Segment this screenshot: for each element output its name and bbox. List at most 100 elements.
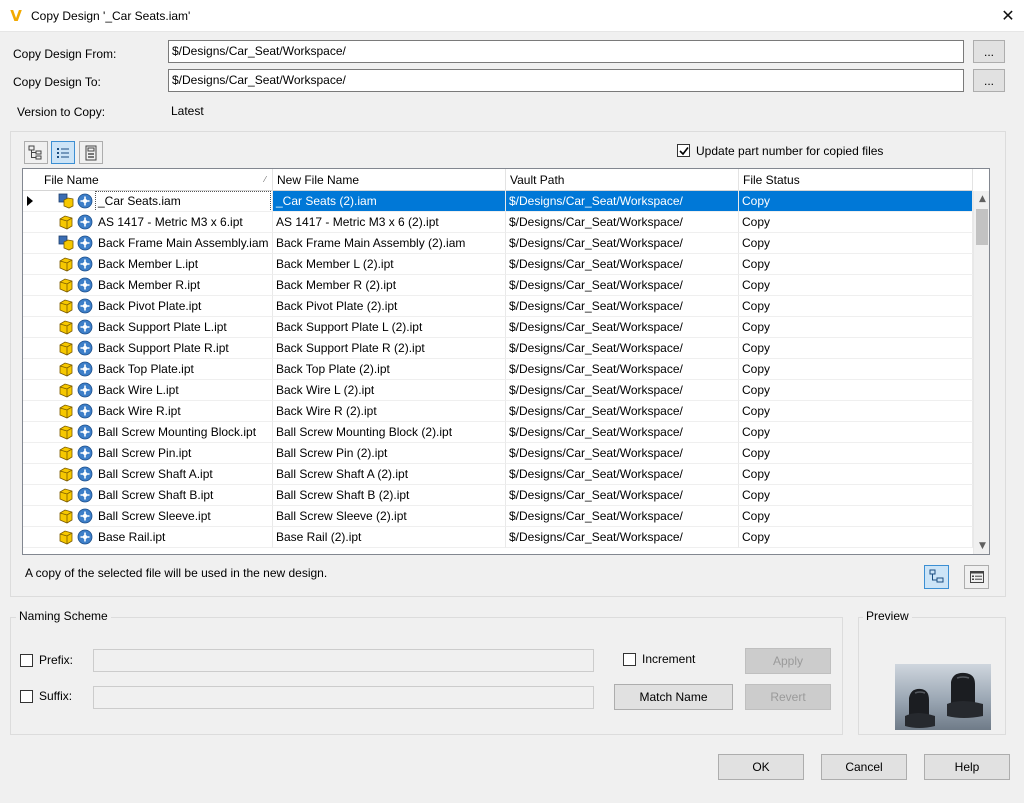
new-file-name-cell[interactable]: Back Support Plate R (2).ipt — [273, 338, 506, 359]
update-part-number-checkbox[interactable] — [677, 144, 690, 157]
match-name-button[interactable]: Match Name — [614, 684, 733, 710]
file-status-cell[interactable]: Copy — [739, 485, 973, 506]
new-file-name-cell[interactable]: Back Frame Main Assembly (2).iam — [273, 233, 506, 254]
file-status-cell[interactable]: Copy — [739, 359, 973, 380]
vault-path-cell[interactable]: $/Designs/Car_Seat/Workspace/ — [506, 254, 739, 275]
file-name-cell[interactable]: Back Pivot Plate.ipt — [23, 296, 273, 317]
table-row[interactable]: Ball Screw Sleeve.ipt Ball Screw Sleeve (… — [23, 506, 973, 527]
table-row[interactable]: Ball Screw Shaft B.ipt Ball Screw Shaft B… — [23, 485, 973, 506]
prefix-checkbox[interactable] — [20, 654, 33, 667]
file-status-cell[interactable]: Copy — [739, 338, 973, 359]
new-file-name-cell[interactable]: Ball Screw Shaft A (2).ipt — [273, 464, 506, 485]
table-row[interactable]: Back Member L.ipt Back Member L (2).ipt $/… — [23, 254, 973, 275]
tree-view-button[interactable] — [24, 141, 48, 164]
file-status-cell[interactable]: Copy — [739, 380, 973, 401]
file-name-cell[interactable]: Base Rail.ipt — [23, 527, 273, 548]
table-row[interactable]: AS 1417 - Metric M3 x 6.ipt AS 1417 - Met… — [23, 212, 973, 233]
suffix-input[interactable] — [93, 686, 594, 709]
new-file-name-cell[interactable]: Back Top Plate (2).ipt — [273, 359, 506, 380]
table-row[interactable]: Ball Screw Mounting Block.ipt Ball Screw … — [23, 422, 973, 443]
file-status-cell[interactable]: Copy — [739, 254, 973, 275]
vault-path-cell[interactable]: $/Designs/Car_Seat/Workspace/ — [506, 275, 739, 296]
reverse-tree-view-button[interactable] — [79, 141, 103, 164]
increment-checkbox[interactable] — [623, 653, 636, 666]
new-file-name-cell[interactable]: Back Wire R (2).ipt — [273, 401, 506, 422]
structure-view-button[interactable] — [924, 565, 949, 589]
file-name-cell[interactable]: Ball Screw Shaft A.ipt — [23, 464, 273, 485]
revert-button[interactable]: Revert — [745, 684, 831, 710]
new-file-name-cell[interactable]: Back Pivot Plate (2).ipt — [273, 296, 506, 317]
cancel-button[interactable]: Cancel — [821, 754, 907, 780]
file-name-cell[interactable]: Ball Screw Pin.ipt — [23, 443, 273, 464]
file-name-cell[interactable]: Ball Screw Sleeve.ipt — [23, 506, 273, 527]
vault-path-cell[interactable]: $/Designs/Car_Seat/Workspace/ — [506, 359, 739, 380]
vault-path-cell[interactable]: $/Designs/Car_Seat/Workspace/ — [506, 422, 739, 443]
vault-path-cell[interactable]: $/Designs/Car_Seat/Workspace/ — [506, 212, 739, 233]
table-row[interactable]: Back Frame Main Assembly.iam Back Frame M… — [23, 233, 973, 254]
list-view-button[interactable] — [51, 141, 75, 164]
details-view-button[interactable] — [964, 565, 989, 589]
column-header-new-file-name[interactable]: New File Name — [273, 169, 506, 191]
vault-path-cell[interactable]: $/Designs/Car_Seat/Workspace/ — [506, 527, 739, 548]
new-file-name-cell[interactable]: Ball Screw Pin (2).ipt — [273, 443, 506, 464]
column-header-file-name[interactable]: File Name ⁄ — [40, 169, 273, 191]
vault-path-cell[interactable]: $/Designs/Car_Seat/Workspace/ — [506, 464, 739, 485]
new-file-name-cell[interactable]: Back Member R (2).ipt — [273, 275, 506, 296]
prefix-input[interactable] — [93, 649, 594, 672]
ok-button[interactable]: OK — [718, 754, 804, 780]
close-icon[interactable]: ✕ — [994, 3, 1022, 29]
new-file-name-cell[interactable]: Base Rail (2).ipt — [273, 527, 506, 548]
new-file-name-cell[interactable]: Back Wire L (2).ipt — [273, 380, 506, 401]
new-file-name-cell[interactable]: Ball Screw Sleeve (2).ipt — [273, 506, 506, 527]
file-name-cell[interactable]: Back Wire R.ipt — [23, 401, 273, 422]
scroll-up-icon[interactable]: ▲ — [974, 191, 989, 208]
file-status-cell[interactable]: Copy — [739, 506, 973, 527]
vault-path-cell[interactable]: $/Designs/Car_Seat/Workspace/ — [506, 233, 739, 254]
file-name-cell[interactable]: Back Member L.ipt — [23, 254, 273, 275]
table-row[interactable]: Back Support Plate R.ipt Back Support Pla… — [23, 338, 973, 359]
table-row[interactable]: _Car Seats.iam _Car Seats (2).iam $/Design… — [23, 191, 973, 212]
copy-to-field[interactable]: $/Designs/Car_Seat/Workspace/ — [168, 69, 964, 92]
file-name-cell[interactable]: Ball Screw Shaft B.ipt — [23, 485, 273, 506]
file-name-cell[interactable]: Back Frame Main Assembly.iam — [23, 233, 273, 254]
table-row[interactable]: Ball Screw Pin.ipt Ball Screw Pin (2).ipt… — [23, 443, 973, 464]
table-row[interactable]: Ball Screw Shaft A.ipt Ball Screw Shaft A… — [23, 464, 973, 485]
file-status-cell[interactable]: Copy — [739, 443, 973, 464]
table-row[interactable]: Back Wire L.ipt Back Wire L (2).ipt $/Desi… — [23, 380, 973, 401]
file-status-cell[interactable]: Copy — [739, 422, 973, 443]
file-name-cell[interactable]: Ball Screw Mounting Block.ipt — [23, 422, 273, 443]
table-row[interactable]: Back Support Plate L.ipt Back Support Pla… — [23, 317, 973, 338]
vault-path-cell[interactable]: $/Designs/Car_Seat/Workspace/ — [506, 191, 739, 212]
file-name-cell[interactable]: Back Wire L.ipt — [23, 380, 273, 401]
new-file-name-cell[interactable]: _Car Seats (2).iam — [273, 191, 506, 212]
file-name-cell[interactable]: Back Member R.ipt — [23, 275, 273, 296]
apply-button[interactable]: Apply — [745, 648, 831, 674]
table-row[interactable]: Back Top Plate.ipt Back Top Plate (2).ipt… — [23, 359, 973, 380]
file-status-cell[interactable]: Copy — [739, 212, 973, 233]
new-file-name-cell[interactable]: Ball Screw Shaft B (2).ipt — [273, 485, 506, 506]
column-header-vault-path[interactable]: Vault Path — [506, 169, 739, 191]
file-status-cell[interactable]: Copy — [739, 317, 973, 338]
table-row[interactable]: Back Member R.ipt Back Member R (2).ipt $/… — [23, 275, 973, 296]
file-name-cell[interactable]: Back Top Plate.ipt — [23, 359, 273, 380]
vault-path-cell[interactable]: $/Designs/Car_Seat/Workspace/ — [506, 338, 739, 359]
copy-from-browse-button[interactable]: ... — [973, 40, 1005, 63]
table-row[interactable]: Back Pivot Plate.ipt Back Pivot Plate (2)… — [23, 296, 973, 317]
suffix-checkbox[interactable] — [20, 690, 33, 703]
table-row[interactable]: Back Wire R.ipt Back Wire R (2).ipt $/Desi… — [23, 401, 973, 422]
file-status-cell[interactable]: Copy — [739, 401, 973, 422]
scroll-thumb[interactable] — [976, 209, 988, 245]
vault-path-cell[interactable]: $/Designs/Car_Seat/Workspace/ — [506, 485, 739, 506]
new-file-name-cell[interactable]: AS 1417 - Metric M3 x 6 (2).ipt — [273, 212, 506, 233]
copy-from-field[interactable]: $/Designs/Car_Seat/Workspace/ — [168, 40, 964, 63]
copy-to-browse-button[interactable]: ... — [973, 69, 1005, 92]
help-button[interactable]: Help — [924, 754, 1010, 780]
file-name-cell[interactable]: _Car Seats.iam — [23, 191, 273, 212]
file-status-cell[interactable]: Copy — [739, 464, 973, 485]
vault-path-cell[interactable]: $/Designs/Car_Seat/Workspace/ — [506, 296, 739, 317]
scroll-down-icon[interactable]: ▼ — [974, 538, 989, 554]
vertical-scrollbar[interactable]: ▲ ▼ — [973, 191, 989, 554]
file-name-cell[interactable]: Back Support Plate L.ipt — [23, 317, 273, 338]
vault-path-cell[interactable]: $/Designs/Car_Seat/Workspace/ — [506, 401, 739, 422]
file-name-cell[interactable]: AS 1417 - Metric M3 x 6.ipt — [23, 212, 273, 233]
